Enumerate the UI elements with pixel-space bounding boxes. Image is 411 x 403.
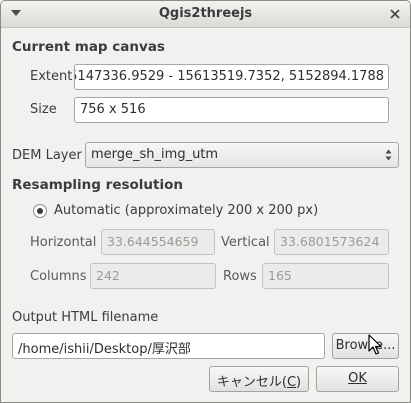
dem-layer-select[interactable]: merge_sh_img_utm bbox=[85, 142, 399, 168]
combo-arrows-icon bbox=[385, 149, 392, 161]
ok-button-label: OK bbox=[348, 371, 367, 386]
columns-field[interactable]: 242 bbox=[90, 263, 216, 289]
extent-field[interactable]: 7529, 5147336.9529 - 15613519.7352, 5152… bbox=[74, 64, 389, 90]
size-label: Size bbox=[30, 102, 57, 117]
cancel-button-label: キャンセル(C) bbox=[216, 375, 302, 390]
horizontal-value: 33.644554659 bbox=[107, 234, 199, 249]
vertical-field[interactable]: 33.6801573624 bbox=[274, 229, 389, 255]
cancel-button[interactable]: キャンセル(C) bbox=[209, 366, 309, 392]
browse-button[interactable]: Browse... bbox=[332, 333, 399, 359]
output-filename-field[interactable]: /home/ishii/Desktop/厚沢部 bbox=[12, 333, 325, 359]
mouse-pointer-icon bbox=[368, 334, 382, 355]
rows-label: Rows bbox=[223, 269, 257, 284]
radio-dot-icon bbox=[37, 208, 43, 214]
output-filename-label: Output HTML filename bbox=[12, 310, 159, 325]
browse-button-label: Browse... bbox=[335, 338, 396, 353]
output-filename-value: /home/ishii/Desktop/厚沢部 bbox=[18, 342, 191, 357]
ok-button[interactable]: OK bbox=[316, 366, 399, 392]
dem-layer-value: merge_sh_img_utm bbox=[91, 147, 219, 162]
automatic-radio-label: Automatic (approximately 200 x 200 px) bbox=[54, 203, 319, 218]
automatic-radio[interactable] bbox=[33, 204, 47, 218]
columns-label: Columns bbox=[30, 269, 87, 284]
dialog-window: Qgis2threejs Current map canvas Extent 7… bbox=[0, 0, 411, 403]
title-bar: Qgis2threejs bbox=[1, 1, 410, 28]
close-icon[interactable] bbox=[386, 5, 404, 23]
horizontal-label: Horizontal bbox=[30, 235, 97, 250]
vertical-value: 33.6801573624 bbox=[280, 234, 380, 249]
columns-value: 242 bbox=[96, 268, 120, 283]
extent-label: Extent bbox=[30, 69, 73, 84]
size-field[interactable]: 756 x 516 bbox=[74, 97, 389, 123]
window-title: Qgis2threejs bbox=[158, 6, 253, 21]
extent-value: 7529, 5147336.9529 - 15613519.7352, 5152… bbox=[74, 69, 384, 84]
map-canvas-section-title: Current map canvas bbox=[12, 39, 165, 55]
horizontal-field[interactable]: 33.644554659 bbox=[101, 229, 215, 255]
resampling-section-title: Resampling resolution bbox=[12, 177, 183, 193]
dem-layer-label: DEM Layer bbox=[12, 148, 82, 163]
rows-value: 165 bbox=[268, 268, 292, 283]
vertical-label: Vertical bbox=[221, 235, 270, 250]
rows-field[interactable]: 165 bbox=[262, 263, 389, 289]
size-value: 756 x 516 bbox=[80, 102, 146, 117]
